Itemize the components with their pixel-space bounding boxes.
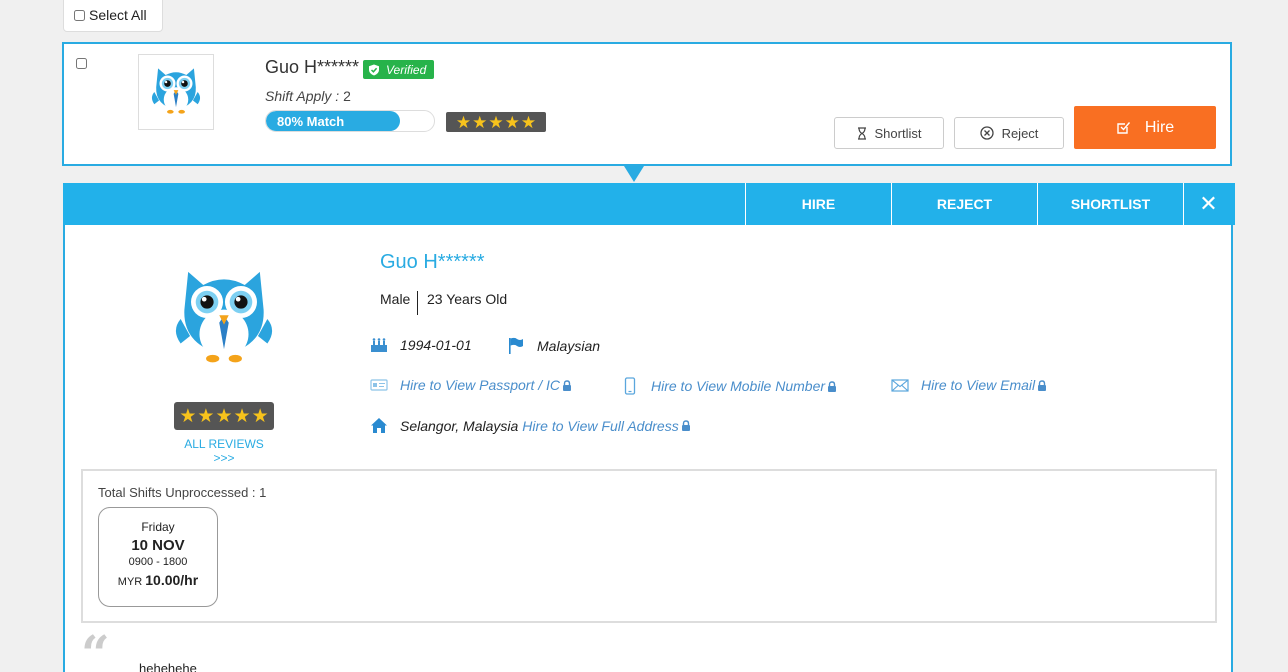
flag-icon: [509, 337, 523, 354]
candidate-detail-panel: HIRE REJECT SHORTLIST ✕ ★ ★ ★ ★ ★ ALL REVIEW…: [63, 183, 1235, 672]
select-all-checkbox[interactable]: [74, 9, 85, 21]
location-value: Selangor, Malaysia: [400, 417, 519, 434]
tab-hire[interactable]: HIRE: [745, 183, 891, 225]
shift-day: Friday: [141, 520, 175, 534]
passport-link: Hire to View Passport / IC: [400, 377, 561, 393]
checkbox-check-icon: [1117, 122, 1130, 134]
dob-value: 1994-01-01: [400, 337, 472, 353]
shift-rate: MYR 10.00/hr: [99, 572, 217, 588]
mobile-link: Hire to View Mobile Number: [651, 378, 826, 394]
select-all-label: Select All: [89, 7, 147, 23]
star-icon: ★: [215, 405, 233, 427]
star-icon: ★: [197, 405, 215, 427]
mobile-phone-icon: [624, 377, 636, 395]
reject-label: Reject: [1001, 125, 1039, 141]
all-reviews-link[interactable]: ALL REVIEWS >>>: [174, 437, 274, 465]
star-icon: ★: [504, 112, 520, 132]
close-icon: ✕: [1199, 191, 1218, 216]
verified-badge: Verified: [363, 60, 435, 79]
select-all[interactable]: Select All: [63, 0, 163, 32]
tab-reject[interactable]: REJECT: [891, 183, 1037, 225]
verified-label: Verified: [386, 62, 427, 77]
close-panel-button[interactable]: ✕: [1183, 183, 1233, 225]
lock-icon: [563, 379, 572, 391]
id-card-icon: [370, 379, 388, 391]
birthday-cake-icon: [371, 338, 387, 352]
candidate-avatar: [138, 54, 214, 130]
owl-avatar-icon: [175, 271, 273, 363]
tab-shortlist[interactable]: SHORTLIST: [1037, 183, 1183, 225]
hire-label: Hire: [1144, 118, 1175, 136]
panel-action-bar: HIRE REJECT SHORTLIST ✕: [63, 183, 1235, 225]
match-fill: 80% Match: [266, 111, 401, 131]
shortlist-button[interactable]: Shortlist: [834, 117, 944, 149]
match-label: 80% Match: [277, 113, 345, 129]
star-icon: ★: [488, 112, 504, 132]
dob-row: 1994-01-01: [370, 337, 472, 353]
shift-date: 10 NOV: [131, 537, 185, 554]
profile-age: 23 Years Old: [427, 291, 508, 307]
home-icon: [371, 418, 387, 433]
mobile-row[interactable]: Hire to View Mobile Number: [624, 377, 837, 395]
lock-icon: [681, 420, 690, 431]
candidate-name: Guo H******: [265, 57, 360, 77]
star-icon: ★: [520, 112, 537, 132]
star-icon: ★: [472, 112, 488, 132]
star-icon: ★: [179, 405, 197, 427]
shift-card[interactable]: Friday 10 NOV 0900 - 1800 MYR 10.00/hr: [98, 507, 218, 607]
shift-apply-count: 2: [343, 88, 351, 104]
shift-currency: MYR: [117, 576, 143, 588]
shift-apply-label: Shift Apply :: [265, 88, 340, 104]
profile-avatar: [165, 253, 283, 390]
email-row[interactable]: Hire to View Email: [891, 377, 1047, 393]
email-link: Hire to View Email: [921, 377, 1036, 393]
passport-row[interactable]: Hire to View Passport / IC: [370, 377, 572, 393]
nationality-value: Malaysian: [537, 337, 601, 354]
reject-button[interactable]: Reject: [954, 117, 1064, 149]
shifts-title: Total Shifts Unproccessed : 1: [98, 485, 267, 500]
shield-check-icon: [369, 64, 379, 75]
hourglass-icon: [857, 126, 866, 140]
panel-pointer: [624, 166, 644, 182]
star-icon: ★: [455, 112, 472, 132]
shortlist-label: Shortlist: [874, 125, 922, 141]
profile-rating-stars: ★ ★ ★ ★ ★: [174, 402, 274, 430]
candidate-card: Guo H****** Verified Shift Apply : 2 80%…: [62, 42, 1232, 166]
shifts-section: Total Shifts Unproccessed : 1 Friday 10 …: [81, 469, 1217, 623]
match-bar: 80% Match: [265, 110, 435, 132]
star-icon: ★: [233, 405, 251, 427]
shift-apply: Shift Apply : 2: [265, 88, 351, 104]
rating-stars: ★ ★ ★ ★ ★: [446, 112, 546, 132]
owl-avatar-icon: [151, 68, 201, 114]
shift-time: 0900 - 1800: [128, 556, 188, 568]
review-text: hehehehe: [139, 661, 197, 672]
star-icon: ★: [251, 405, 269, 427]
quote-icon: “: [81, 624, 110, 672]
candidate-checkbox[interactable]: [76, 58, 87, 69]
hire-button[interactable]: Hire: [1074, 106, 1216, 149]
lock-icon: [828, 380, 837, 392]
shift-rate-value: 10.00/hr: [145, 572, 199, 588]
profile-name: Guo H******: [380, 251, 485, 273]
nationality-row: Malaysian: [508, 337, 600, 354]
address-link[interactable]: Hire to View Full Address: [522, 418, 678, 434]
profile-gender: Male: [380, 291, 419, 315]
address-row: Selangor, Malaysia Hire to View Full Add…: [370, 417, 691, 434]
envelope-icon: [891, 378, 909, 392]
close-circle-icon: [979, 126, 994, 140]
lock-icon: [1038, 379, 1047, 391]
